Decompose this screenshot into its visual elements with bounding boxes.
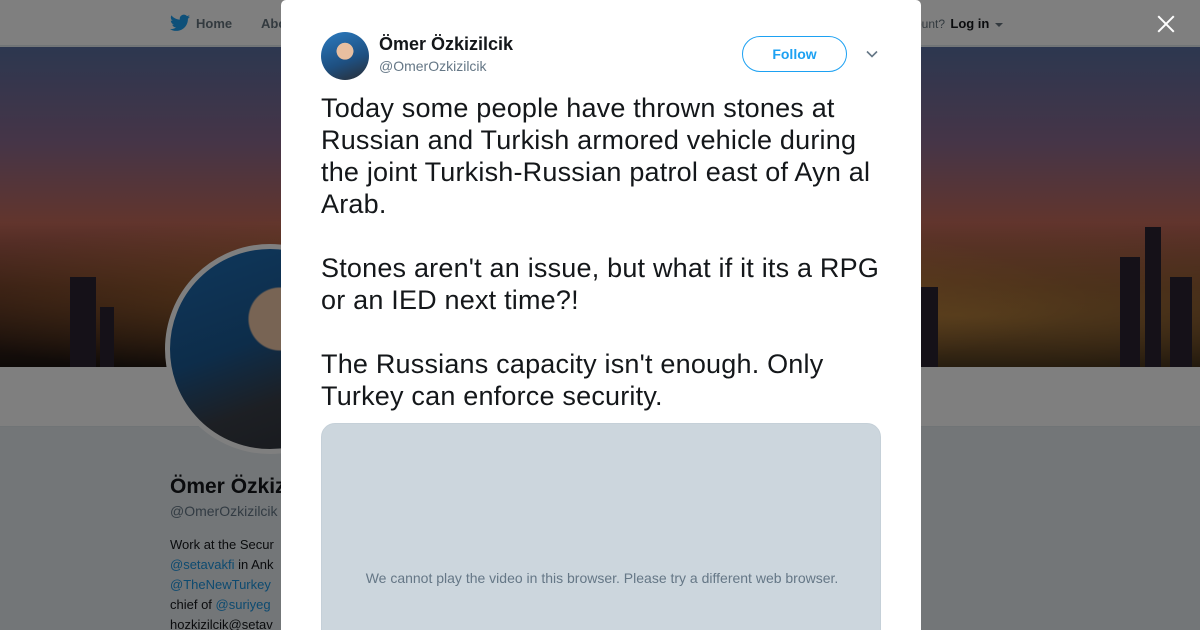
tweet-paragraph: The Russians capacity isn't enough. Only… <box>321 349 824 411</box>
tweet-paragraph: Today some people have thrown stones at … <box>321 93 871 219</box>
author-name[interactable]: Ömer Özkizilcik <box>379 34 513 55</box>
chevron-down-icon[interactable] <box>865 47 879 61</box>
video-unsupported-message: We cannot play the video in this browser… <box>365 570 839 586</box>
author-handle[interactable]: @OmerOzkizilcik <box>379 58 487 74</box>
close-icon[interactable] <box>1154 12 1178 36</box>
author-avatar[interactable] <box>321 32 369 80</box>
tweet-modal: Ömer Özkizilcik @OmerOzkizilcik Follow T… <box>281 0 921 630</box>
tweet-video-player[interactable]: We cannot play the video in this browser… <box>321 423 881 630</box>
tweet-text: Today some people have thrown stones at … <box>321 92 881 412</box>
tweet-paragraph: Stones aren't an issue, but what if it i… <box>321 253 880 315</box>
follow-button[interactable]: Follow <box>742 36 847 72</box>
